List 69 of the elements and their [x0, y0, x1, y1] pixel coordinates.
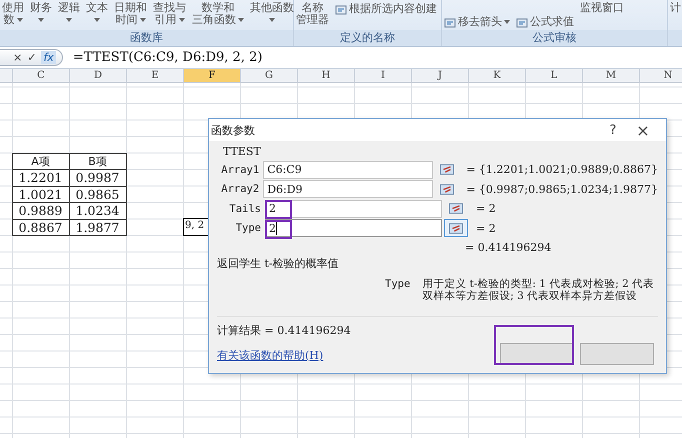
column-header[interactable]: N [639, 69, 682, 82]
column-header[interactable]: J [411, 69, 468, 82]
formula-button[interactable]: × [13, 51, 22, 64]
argument-label: Tails [228, 202, 262, 215]
argument-result: = 2 [476, 222, 496, 235]
argument-result: = {1.2201;1.0021;0.9889;0.8867} [466, 163, 658, 176]
table-cell: 1.9877 [68, 218, 126, 236]
ribbon-button[interactable]: 名称 管理器 [296, 0, 329, 30]
ribbon-button[interactable]: 查找与 引用 [153, 0, 186, 30]
table-cell: A项 [12, 152, 70, 170]
close-button[interactable]: × [628, 120, 658, 140]
range-select-icon [449, 203, 463, 214]
range-select-icon [440, 164, 454, 176]
column-header[interactable]: K [468, 69, 525, 82]
range-select-icon [440, 184, 454, 195]
ribbon-button[interactable]: 公式求值 [516, 16, 574, 30]
table-cell: 0.9987 [68, 169, 126, 186]
table-cell: 1.0234 [68, 202, 126, 220]
table-cell: 0.9889 [12, 202, 70, 220]
range-select-icon [449, 222, 463, 234]
column-header[interactable]: C [12, 69, 69, 82]
tool-icon [444, 17, 456, 29]
argument-help-label: Type [385, 278, 410, 292]
ribbon-button[interactable]: 移去箭头 [444, 16, 510, 30]
ribbon-group-label: 函数库 [130, 30, 163, 46]
table-cell: 0.8867 [12, 218, 70, 236]
dialog-title: 函数参数 [211, 122, 255, 138]
ribbon-button[interactable]: 根据所选内容创建 [335, 0, 437, 16]
column-header[interactable]: D [69, 69, 126, 82]
function-name: TTEST [222, 145, 262, 160]
ribbon-group-label: 定义的名称 [340, 30, 395, 46]
ribbon-button[interactable]: 数学和 三角函数 [192, 0, 244, 30]
column-header[interactable]: M [582, 69, 639, 82]
ribbon-button[interactable]: 文本 [86, 0, 108, 30]
argument-field[interactable]: C6:C9 [263, 160, 434, 179]
formula-button[interactable]: fx [41, 51, 56, 64]
ribbon-button[interactable]: 监视窗口 [580, 0, 624, 30]
formula-text: =TTEST(C6:C9, D6:D9, 2, 2) [72, 50, 262, 65]
argument-help-text: 用于定义 t-检验的类型: 1 代表成对检验; 2 代表双样本等方差假设; 3 代表双样本异方差假设 [422, 278, 656, 302]
tool-icon [335, 4, 347, 16]
column-header[interactable]: I [354, 69, 411, 82]
ribbon-button[interactable]: 使用 数 [2, 0, 24, 30]
function-description: 返回学生 t-检验的概率值 [217, 256, 340, 272]
ribbon-button[interactable]: 其他函数 [250, 0, 294, 30]
column-header[interactable]: H [297, 69, 354, 82]
argument-label: Array2 [220, 183, 260, 196]
argument-label: Type [234, 222, 262, 234]
help-button[interactable]: ? [598, 122, 628, 138]
column-header[interactable]: G [240, 69, 297, 82]
argument-field[interactable]: 2 [265, 219, 442, 238]
formula-result: = 0.414196294 [464, 240, 552, 256]
argument-field[interactable]: D6:D9 [263, 180, 434, 198]
tool-icon [516, 17, 528, 29]
table-cell: B项 [68, 152, 126, 170]
ribbon-group-label: 公式审核 [532, 30, 576, 46]
ribbon-button[interactable]: 逻辑 [58, 0, 80, 30]
argument-label: Array1 [220, 164, 260, 176]
argument-field[interactable]: 2 [265, 200, 442, 218]
argument-result: = {0.9987;0.9865;1.0234;1.9877} [466, 182, 658, 196]
ribbon-button[interactable]: 财务 [30, 0, 52, 30]
table-cell: 1.2201 [12, 169, 70, 186]
column-header[interactable]: L [525, 69, 582, 82]
column-header[interactable]: F [183, 69, 240, 82]
formula-button[interactable]: ✓ [27, 51, 36, 64]
range-select-button[interactable] [444, 219, 468, 238]
argument-result: = 2 [476, 202, 496, 216]
help-link[interactable]: 有关该函数的帮助(H) [217, 348, 351, 363]
ribbon-button[interactable]: 日期和 时间 [114, 0, 147, 30]
calculation-result: 计算结果 = 0.414196294 [217, 323, 351, 338]
